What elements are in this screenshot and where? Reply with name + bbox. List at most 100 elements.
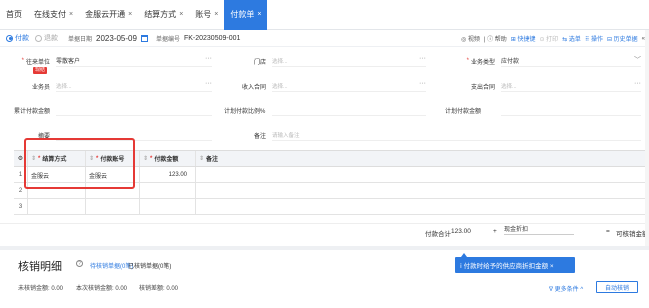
more-icon[interactable]: ··· [419, 55, 426, 62]
operate-button[interactable]: ⠿ 操作 [585, 34, 603, 43]
cum-paid-label-wrap: 累计付款金额 [14, 101, 50, 119]
form-row-2: 业务员 选择... ··· 收入合同 选择... ··· 支出合同 选择... … [0, 77, 649, 95]
print-button[interactable]: ⊙ 打印 [539, 34, 558, 43]
cell-amount[interactable] [140, 199, 196, 215]
help-button[interactable]: | ⓘ 帮助 [484, 34, 507, 43]
cell-method[interactable]: 金服云 [28, 167, 86, 183]
col-header-amount[interactable]: ⇕ * 付款金额 [140, 151, 196, 166]
cum-paid-field [56, 104, 212, 116]
close-icon[interactable]: × [214, 11, 218, 18]
table-row[interactable]: 2 [14, 183, 649, 199]
help-icon[interactable]: ? [76, 260, 83, 267]
radio-label: 付款 [15, 35, 29, 42]
calendar-icon[interactable] [140, 34, 148, 42]
payment-grid: ⚙ ⇕ * 结算方式 ⇕ * 付款账号 ⇕ * 付款金额 ⇕ 备注 1 金服云 金服云 123… [14, 150, 649, 215]
close-icon[interactable]: × [179, 11, 183, 18]
radio-refund[interactable]: 退款 [35, 33, 58, 43]
more-filter-link[interactable]: ∇ 更多条件 ^ [549, 284, 583, 293]
cell-amount[interactable]: 123.00 [140, 167, 196, 183]
cell-account[interactable]: 金服云 [86, 167, 140, 183]
cell-remark[interactable] [196, 199, 649, 215]
cum-paid-label: 累计付款金额 [14, 108, 51, 115]
writeoff-label: 可核销金额 [616, 231, 649, 238]
table-row[interactable]: 3 [14, 199, 649, 215]
required-mark: * [466, 58, 469, 64]
tab-done-writeoff[interactable]: 已核销单据(0笔) [128, 261, 171, 270]
cell-remark[interactable] [196, 183, 649, 199]
close-icon[interactable]: × [257, 11, 261, 18]
store-field[interactable]: 选择... ··· [272, 55, 426, 67]
payment-form-panel: 付款 退款 单据日期 2023-05-09 单据编号 FK-20230509-0… [0, 30, 649, 246]
plan-ratio-label: 计划付款比例% [224, 108, 266, 115]
vendor-field[interactable]: 零散客户 ··· [56, 55, 212, 67]
salesman-placeholder: 选择... [56, 83, 72, 90]
more-icon[interactable]: ··· [205, 55, 212, 62]
cell-account[interactable] [86, 183, 140, 199]
discount-tooltip[interactable]: ⅰ 付款时给予的供应商折扣金额 × [455, 253, 575, 273]
radio-dot [35, 34, 42, 42]
plus-sign: + [493, 228, 497, 235]
biztype-select[interactable]: 应付款 ﹀ [501, 55, 641, 67]
col-label: 付款账号 [100, 157, 125, 163]
tab-payment-voucher[interactable]: 付款单 × [224, 0, 268, 30]
scrollbar[interactable] [645, 30, 649, 246]
form-row-3: 累计付款金额 计划付款比例% 计划付款金额 [0, 101, 649, 119]
salesman-field[interactable]: 选择... ··· [56, 80, 212, 92]
stat-current: 本次核销金额: 0.00 [76, 286, 128, 292]
close-icon[interactable]: × [128, 11, 132, 18]
doc-number-value[interactable]: FK-20230509-001 [184, 35, 240, 42]
tab-label: 首页 [6, 10, 22, 19]
form-row-1: * 往来单位 零散客户 ··· 门店 选择... ··· * 业务类型 应付款 ﹀ [0, 52, 649, 70]
cell-account[interactable] [86, 199, 140, 215]
tab-settlement-method[interactable]: 结算方式 × [138, 0, 189, 30]
store-label: 门店 [253, 59, 266, 66]
plan-ratio-label-wrap: 计划付款比例% [224, 101, 265, 119]
radio-label: 退款 [44, 35, 58, 42]
col-header-method[interactable]: ⇕ * 结算方式 [28, 151, 86, 166]
chevron-down-icon[interactable]: ﹀ [634, 55, 641, 65]
discount-field[interactable]: 现金折扣 [504, 223, 574, 235]
tab-pending-writeoff[interactable]: 待核销单据(0笔) [90, 261, 133, 270]
cell-method[interactable] [28, 183, 86, 199]
select-doc-button[interactable]: ⇆ 选单 [562, 34, 581, 43]
more-icon[interactable]: ··· [634, 80, 641, 87]
tab-label: 付款单 [230, 10, 255, 19]
tab-jinfuyun-open[interactable]: 金服云开通 × [79, 0, 138, 30]
summary-field[interactable] [56, 129, 212, 141]
radio-pay[interactable]: 付款 [6, 33, 29, 43]
cell-remark[interactable] [196, 167, 649, 183]
sort-icon: ⇕ [143, 156, 149, 162]
income-contract-field[interactable]: 选择... ··· [272, 80, 426, 92]
sort-icon: ⇕ [31, 156, 37, 162]
row-settings-icon[interactable]: ⚙ [14, 151, 28, 166]
plan-ratio-field[interactable] [272, 104, 426, 116]
grid-header: ⚙ ⇕ * 结算方式 ⇕ * 付款账号 ⇕ * 付款金额 ⇕ 备注 [14, 151, 649, 167]
cell-amount[interactable] [140, 183, 196, 199]
tab-account[interactable]: 账号 × [189, 0, 224, 30]
col-label: 付款金额 [154, 157, 179, 163]
table-row[interactable]: 1 金服云 金服云 123.00 [14, 167, 649, 183]
history-button[interactable]: ⊟ 历史单据 [607, 34, 638, 43]
plan-amount-field[interactable] [501, 104, 641, 116]
more-icon[interactable]: ··· [205, 80, 212, 87]
stat-diff: 核销差额: 0.00 [139, 286, 179, 292]
tab-home[interactable]: 首页 [0, 0, 28, 30]
store-placeholder: 选择... [272, 58, 288, 65]
doc-date-value[interactable]: 2023-05-09 [96, 34, 137, 43]
close-icon[interactable]: × [69, 11, 73, 18]
more-icon[interactable]: ··· [419, 80, 426, 87]
expense-contract-field[interactable]: 选择... ··· [501, 80, 641, 92]
remark-field[interactable]: 请输入备注 [272, 129, 641, 141]
tab-online-payment[interactable]: 在线支付 × [28, 0, 79, 30]
settlement-badge: 现结 [33, 67, 48, 74]
auto-writeoff-button[interactable]: 自动核销 [596, 281, 638, 293]
cell-method[interactable] [28, 199, 86, 215]
gear-icon: ⚙ [17, 156, 24, 162]
col-label: 结算方式 [42, 157, 67, 163]
shortcut-button[interactable]: ⊞ 快捷键 [511, 34, 536, 43]
video-button[interactable]: ◎ 视频 [461, 34, 480, 43]
col-header-remark[interactable]: ⇕ 备注 [196, 151, 649, 166]
toolbar-actions: ◎ 视频 | ⓘ 帮助 ⊞ 快捷键 ⊙ 打印 ⇆ 选单 ⠿ 操作 ⊟ 历史单据 … [457, 30, 645, 47]
col-header-account[interactable]: ⇕ * 付款账号 [86, 151, 140, 166]
income-contract-label-wrap: 收入合同 [230, 77, 266, 95]
